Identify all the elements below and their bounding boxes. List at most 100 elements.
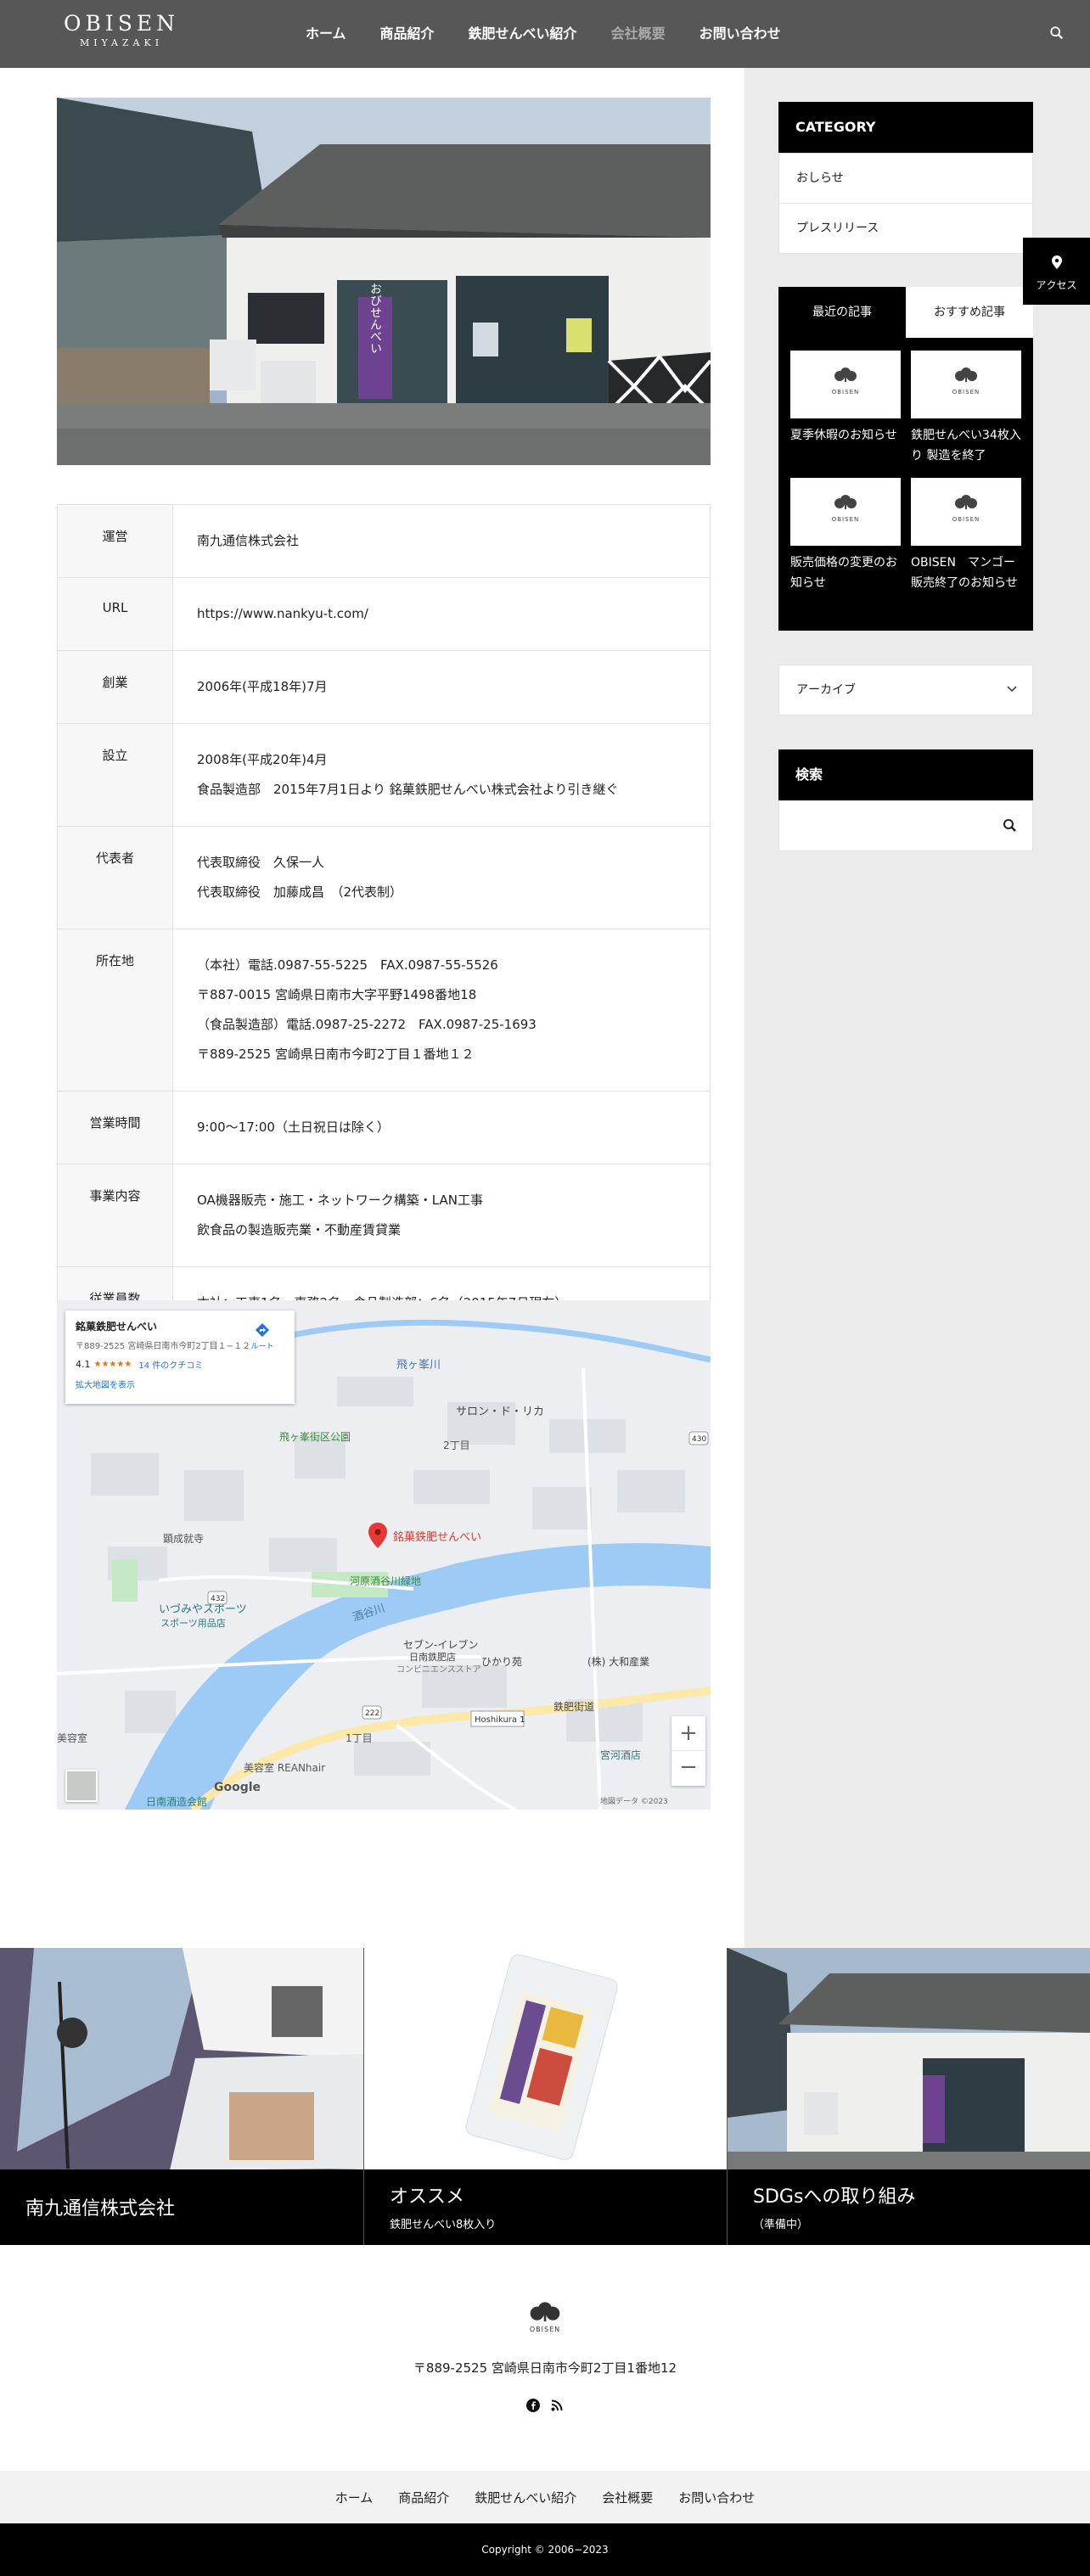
tab-recent-posts[interactable]: 最近の記事 [778,287,906,338]
banner-subtitle: （準備中） [753,2219,809,2231]
map-label-park: 飛ヶ峯街区公園 [279,1431,351,1443]
map-label-greenway: 河原酒谷川緑地 [350,1574,421,1587]
map-label-seven: セブン-イレブン [403,1638,478,1651]
map-reviews-link[interactable]: 14 件のクチコミ [138,1358,203,1371]
map-label-miyagawa: 宮河酒店 [600,1748,641,1761]
company-info-row: 代表者 代表取締役 久保一人 代表取締役 加藤成昌 （2代表制） [57,826,711,929]
company-info-row: 営業時間 9:00〜17:00（土日祝日は除く） [57,1091,711,1165]
map-label-beauty2: 美容室 REANhair [244,1761,325,1774]
map-road-432: 432 [211,1595,225,1603]
company-info-line: 飲食品の製造販売業・不動産賃貸業 [197,1222,402,1237]
zoom-out-icon[interactable]: − [671,1751,705,1785]
company-info-label: URL [57,577,173,651]
company-info-row: 所在地 （本社）電話.0987-55-5225 FAX.0987-55-5526 〒… [57,929,711,1092]
logo-sub: MIYAZAKI [79,37,164,48]
sign-text: おびせんべい [368,283,382,354]
facebook-icon[interactable] [526,2399,540,2412]
map-label-chome1: 1丁目 [346,1732,373,1744]
company-info-line: 2008年(平成20年)4月 [197,752,328,767]
map-label-river1: 飛ヶ峯川 [396,1359,441,1372]
post-thumbnail: OBISEN [911,478,1021,546]
map-label-seven2: 日南鉄肥店 [409,1651,456,1663]
post-title: OBISEN マンゴー販売終了のお知らせ [911,556,1018,590]
post-item[interactable]: OBISEN OBISEN マンゴー販売終了のお知らせ [911,478,1021,593]
company-info-row: URL https://www.nankyu-t.com/ [57,577,711,651]
company-info-value: 2008年(平成20年)4月 食品製造部 2015年7月1日より 銘菓鉄肥せんべい… [172,723,711,827]
banner-title: SDGsへの取り組み [753,2186,916,2208]
company-info-label: 事業内容 [57,1164,173,1267]
nav-products[interactable]: 商品紹介 [380,0,435,68]
company-info-label: 設立 [57,723,173,827]
map-label-pin: 銘菓鉄肥せんべい [393,1531,481,1544]
company-info-value: 2006年(平成18年)7月 [172,650,711,724]
post-title: 夏季休暇のお知らせ [790,429,897,442]
company-info-row: 創業 2006年(平成18年)7月 [57,650,711,724]
company-info-value: 9:00〜17:00（土日祝日は除く） [172,1091,711,1165]
category-press[interactable]: プレスリリース [778,203,1033,254]
site-header: OBISEN MIYAZAKI ホーム 商品紹介 鉄肥せんべい紹介 会社概要 お… [0,0,1090,68]
company-info-label: 運営 [57,504,173,578]
logo-main: OBISEN [64,11,179,36]
banner-company[interactable]: 南九通信株式会社 [0,1948,363,2245]
post-item[interactable]: OBISEN 販売価格の変更のお知らせ [790,478,901,593]
company-info-line[interactable]: https://www.nankyu-t.com/ [197,599,686,629]
banner-sdgs[interactable]: SDGsへの取り組み （準備中） [727,1948,1090,2245]
company-info-row: 事業内容 OA機器販売・施工・ネットワーク構築・LAN工事 飲食品の製造販売業・不動… [57,1164,711,1267]
map-directions-label: ルート [250,1343,274,1351]
footer-nav-products[interactable]: 商品紹介 [398,2489,449,2506]
company-info-value: 代表取締役 久保一人 代表取締役 加藤成昌 （2代表制） [172,826,711,929]
banner-recommend[interactable]: オススメ 鉄肥せんべい8枚入り [363,1948,727,2245]
footer-nav-senbei[interactable]: 鉄肥せんべい紹介 [475,2489,576,2506]
company-info-value: （本社）電話.0987-55-5225 FAX.0987-55-5526 〒887… [172,929,711,1092]
map-directions-button[interactable]: ルート [244,1322,281,1351]
company-info-value: 南九通信株式会社 [172,504,711,578]
search-title: 検索 [778,749,1033,800]
site-logo[interactable]: OBISEN MIYAZAKI [53,11,190,49]
post-title: 販売価格の変更のお知らせ [790,556,897,590]
company-info-label: 創業 [57,650,173,724]
company-info-line: 〒889-2525 宮崎県日南市今町2丁目１番地１２ [197,1047,475,1062]
footer-logo-text: OBISEN [529,2326,561,2333]
shop-photo: おびせんべい [57,98,711,465]
nav-company[interactable]: 会社概要 [611,0,666,68]
company-info-line: OA機器販売・施工・ネットワーク構築・LAN工事 [197,1193,483,1208]
map-label-hoshikura: Hoshikura 1 [475,1715,525,1725]
rss-icon[interactable] [550,2399,564,2412]
search-icon[interactable] [1002,817,1019,834]
footer-nav-contact[interactable]: お問い合わせ [678,2489,755,2506]
zoom-in-icon[interactable]: + [671,1716,705,1751]
map-larger-link[interactable]: 拡大地図を表示 [76,1378,284,1390]
footer-nav-company[interactable]: 会社概要 [602,2489,653,2506]
map-rating: 4.1 [76,1359,91,1370]
directions-icon [256,1323,269,1337]
company-info-line: （食品製造部）電話.0987-25-2272 FAX.0987-25-1693 [197,1017,537,1032]
post-item[interactable]: OBISEN 夏季休暇のお知らせ [790,351,901,446]
map-label-temple: 顕成就寺 [163,1533,204,1545]
search-icon[interactable] [1049,25,1065,41]
company-info-line: 2006年(平成18年)7月 [197,679,328,694]
company-info-line: 南九通信株式会社 [197,533,300,548]
social-links [526,2399,564,2412]
posts-tab-widget: 最近の記事 おすすめ記事 OBISEN 夏季休暇のお知らせ OBISEN 鉄肥せ… [778,287,1033,631]
obisen-logo-icon [955,495,977,509]
footer-logo[interactable]: OBISEN [524,2300,566,2333]
nav-contact[interactable]: お問い合わせ [700,0,781,68]
company-info-line: 9:00〜17:00（土日祝日は除く） [197,1120,390,1135]
nav-home[interactable]: ホーム [306,0,346,68]
map-zoom-controls: + − [671,1716,705,1786]
banner-caption: SDGsへの取り組み （準備中） [728,2169,1090,2245]
banner-caption: オススメ 鉄肥せんべい8枚入り [364,2169,727,2245]
nav-senbei[interactable]: 鉄肥せんべい紹介 [469,0,577,68]
access-side-tab[interactable]: アクセス [1023,238,1090,305]
sidebar-search-input[interactable] [778,800,1033,851]
tab-recommended-posts[interactable]: おすすめ記事 [906,287,1033,338]
map-label-conv: コンビニエンスストア [396,1664,481,1675]
banner-title: 南九通信株式会社 [25,2198,176,2220]
archive-dropdown[interactable]: アーカイブ [778,665,1033,716]
map-satellite-toggle[interactable] [65,1770,98,1802]
post-item[interactable]: OBISEN 鉄肥せんべい34枚入り 製造を終了 [911,351,1021,466]
footer-nav-home[interactable]: ホーム [335,2489,374,2506]
category-news[interactable]: おしらせ [778,153,1033,204]
obisen-logo-icon [834,368,857,382]
google-map[interactable]: 飛ヶ峯川 サロン・ド・リカ 飛ヶ峯街区公園 2丁目 銘菓鉄肥せんべい 顕成就寺 … [57,1300,711,1810]
